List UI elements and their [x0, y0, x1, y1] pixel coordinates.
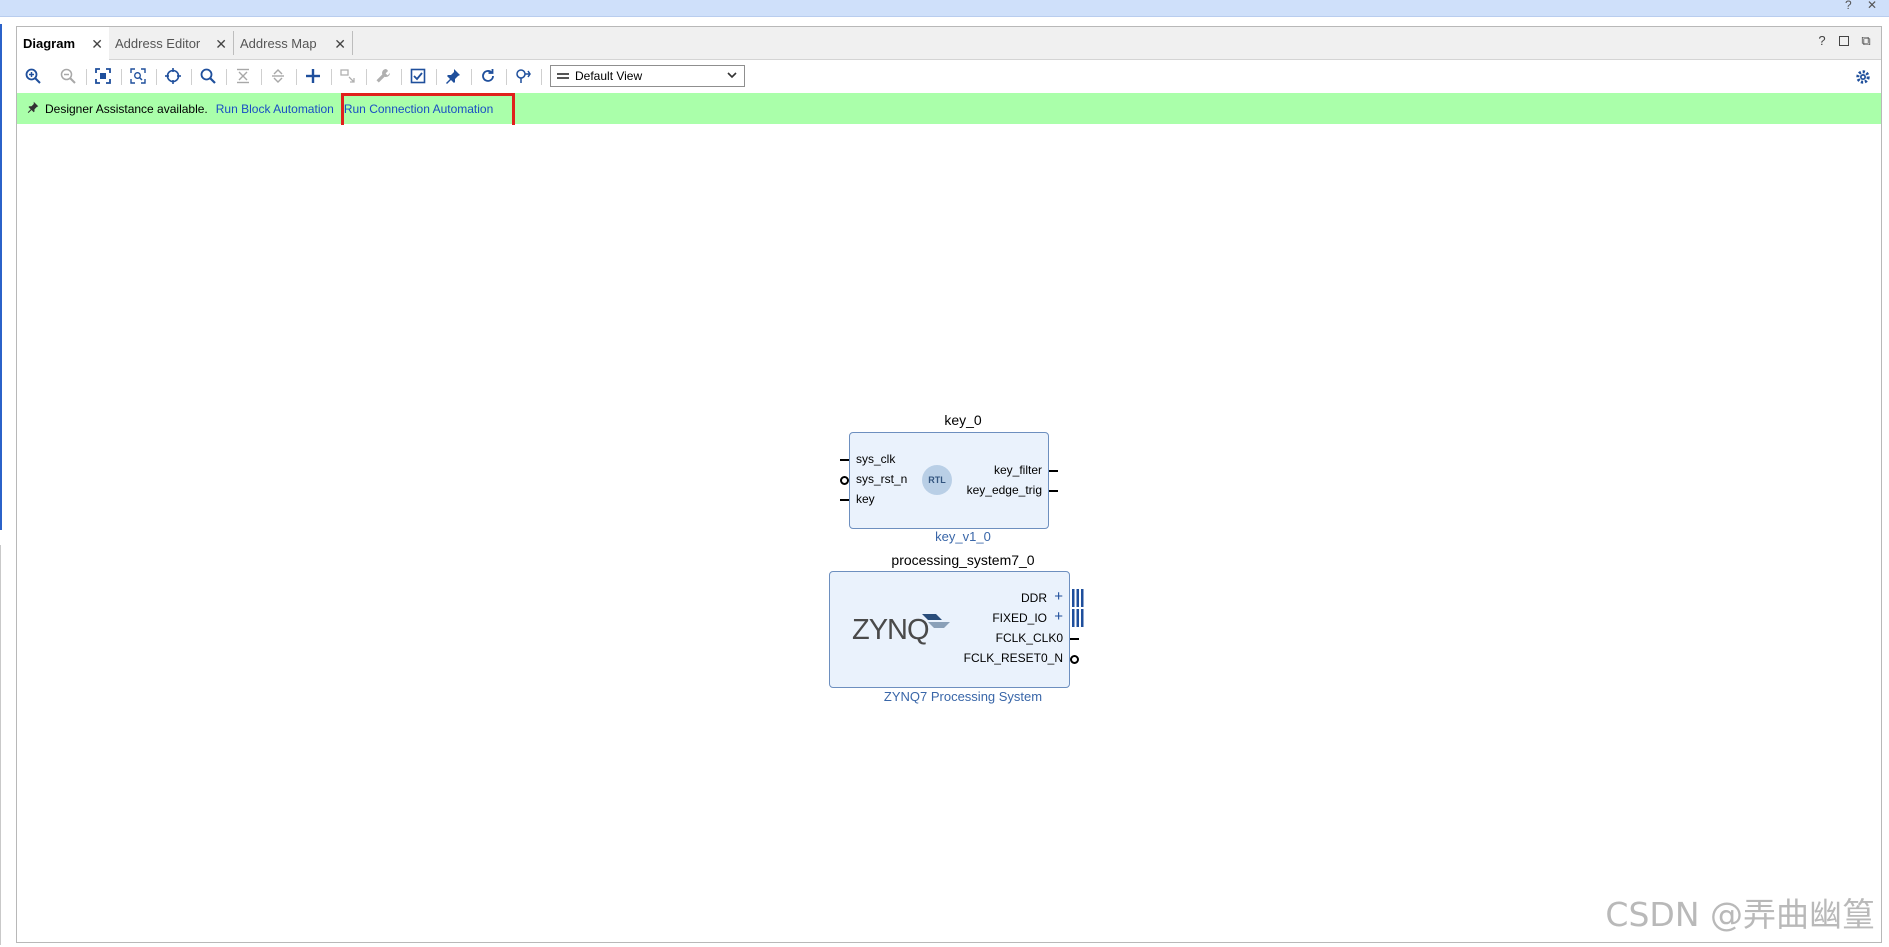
pin-sys-clk[interactable] [840, 459, 849, 461]
diagram-toolbar: Default View [17, 60, 1881, 92]
add-module-icon[interactable] [338, 66, 358, 86]
port-sys-clk: sys_clk [856, 452, 896, 466]
block-instance-name: processing_system7_0 [891, 552, 1035, 568]
block-instance-name: key_0 [944, 412, 982, 428]
tab-address-editor[interactable]: Address Editor ✕ [109, 27, 233, 59]
zoom-out-icon[interactable] [58, 66, 78, 86]
wrench-icon[interactable] [373, 66, 393, 86]
rtl-icon: RTL [922, 465, 952, 495]
toolbar-separator [191, 69, 192, 85]
tab-address-map[interactable]: Address Map ✕ [234, 27, 352, 59]
maximize-icon[interactable] [1839, 36, 1849, 46]
toolbar-separator [366, 69, 367, 85]
block-module-name: key_v1_0 [935, 529, 991, 544]
pin-fclk-reset0-n[interactable] [1070, 655, 1079, 664]
close-icon[interactable]: ✕ [91, 36, 103, 53]
zoom-in-icon[interactable] [23, 66, 43, 86]
diagram-canvas[interactable]: key_0 sys_clk sys_rst_n key RTL key_filt… [17, 125, 1881, 942]
panel-controls: ? ⧉ [1815, 34, 1873, 48]
toolbar-separator [86, 69, 87, 85]
toolbar-separator [471, 69, 472, 85]
float-icon[interactable]: ⧉ [1859, 34, 1873, 48]
toolbar-separator [296, 69, 297, 85]
search-icon[interactable] [198, 66, 218, 86]
gear-icon[interactable] [1855, 69, 1871, 88]
toolbar-separator [226, 69, 227, 85]
toolbar-separator [541, 69, 542, 85]
center-icon[interactable] [163, 66, 183, 86]
expand-all-icon[interactable] [268, 66, 288, 86]
zynq-logo: ZYNQ [852, 614, 930, 646]
pin-icon[interactable] [443, 66, 463, 86]
run-connection-automation-link[interactable]: Run Connection Automation [344, 102, 493, 116]
left-divider [0, 545, 1, 945]
diagram-panel: Diagram ✕ Address Editor ✕ Address Map ✕… [16, 26, 1882, 943]
assistance-text: Designer Assistance available. [45, 101, 208, 116]
zoom-fit-icon[interactable] [93, 66, 113, 86]
zynq-chevron-icon [922, 614, 950, 628]
chevron-down-icon [726, 69, 738, 84]
toolbar-separator [436, 69, 437, 85]
port-fclk-reset0-n: FCLK_RESET0_N [963, 651, 1063, 665]
pin-key[interactable] [840, 499, 849, 501]
bus-pin-ddr[interactable] [1070, 589, 1084, 607]
zynq-ps-block[interactable]: ZYNQ DDR FIXED_IO FCLK_CLK0 FCLK_RESET0_… [829, 571, 1070, 688]
tab-label: Address Map [240, 35, 317, 51]
port-key-edge-trig: key_edge_trig [966, 483, 1042, 497]
validate-icon[interactable] [408, 66, 428, 86]
block-module-name: ZYNQ7 Processing System [883, 689, 1043, 704]
expand-plus-icon[interactable]: + [1054, 588, 1063, 605]
close-icon[interactable]: ✕ [334, 36, 346, 53]
port-sys-rst-n: sys_rst_n [856, 472, 908, 486]
port-ddr: DDR [1021, 591, 1047, 605]
tab-label: Diagram [23, 35, 76, 51]
add-ip-icon[interactable] [303, 66, 323, 86]
pin-key-filter[interactable] [1049, 470, 1058, 472]
view-select-value: Default View [575, 69, 643, 83]
watermark: CSDN @弄曲幽篁 [1605, 895, 1875, 934]
designer-assistance-bar: Designer Assistance available. Run Block… [17, 93, 1881, 124]
toolbar-separator [261, 69, 262, 85]
tab-label: Address Editor [115, 35, 201, 51]
expand-plus-icon[interactable]: + [1054, 608, 1063, 625]
view-select[interactable]: Default View [550, 65, 745, 87]
pin-sys-rst-n[interactable] [840, 476, 849, 485]
toolbar-separator [121, 69, 122, 85]
help-icon[interactable]: ? [1815, 34, 1829, 48]
run-block-automation-link[interactable]: Run Block Automation [216, 102, 334, 116]
close-icon[interactable]: ✕ [215, 36, 227, 53]
regenerate-icon[interactable] [478, 66, 498, 86]
toolbar-separator [156, 69, 157, 85]
window-title-strip: ? ✕ [0, 0, 1889, 17]
tab-bar: Diagram ✕ Address Editor ✕ Address Map ✕… [17, 27, 1881, 60]
pin-fclk-clk0[interactable] [1070, 638, 1079, 640]
port-fixed-io: FIXED_IO [992, 611, 1047, 625]
toolbar-separator [401, 69, 402, 85]
port-fclk-clk0: FCLK_CLK0 [995, 631, 1063, 645]
bus-pin-fixed-io[interactable] [1070, 609, 1084, 627]
optimize-routing-icon[interactable] [513, 66, 533, 86]
tab-diagram[interactable]: Diagram ✕ [17, 27, 109, 60]
window-controls[interactable]: ? ✕ [1845, 0, 1883, 12]
key-block[interactable]: sys_clk sys_rst_n key RTL key_filter key… [849, 432, 1049, 529]
toolbar-separator [331, 69, 332, 85]
left-accent-bar [0, 24, 2, 530]
port-key-filter: key_filter [993, 463, 1042, 477]
toolbar-separator [506, 69, 507, 85]
zoom-area-icon[interactable] [128, 66, 148, 86]
tab-separator [352, 31, 353, 55]
collapse-all-icon[interactable] [233, 66, 253, 86]
pin-key-edge-trig[interactable] [1049, 490, 1058, 492]
list-icon [557, 71, 569, 81]
pin-icon [27, 101, 39, 116]
port-key: key [856, 492, 875, 506]
